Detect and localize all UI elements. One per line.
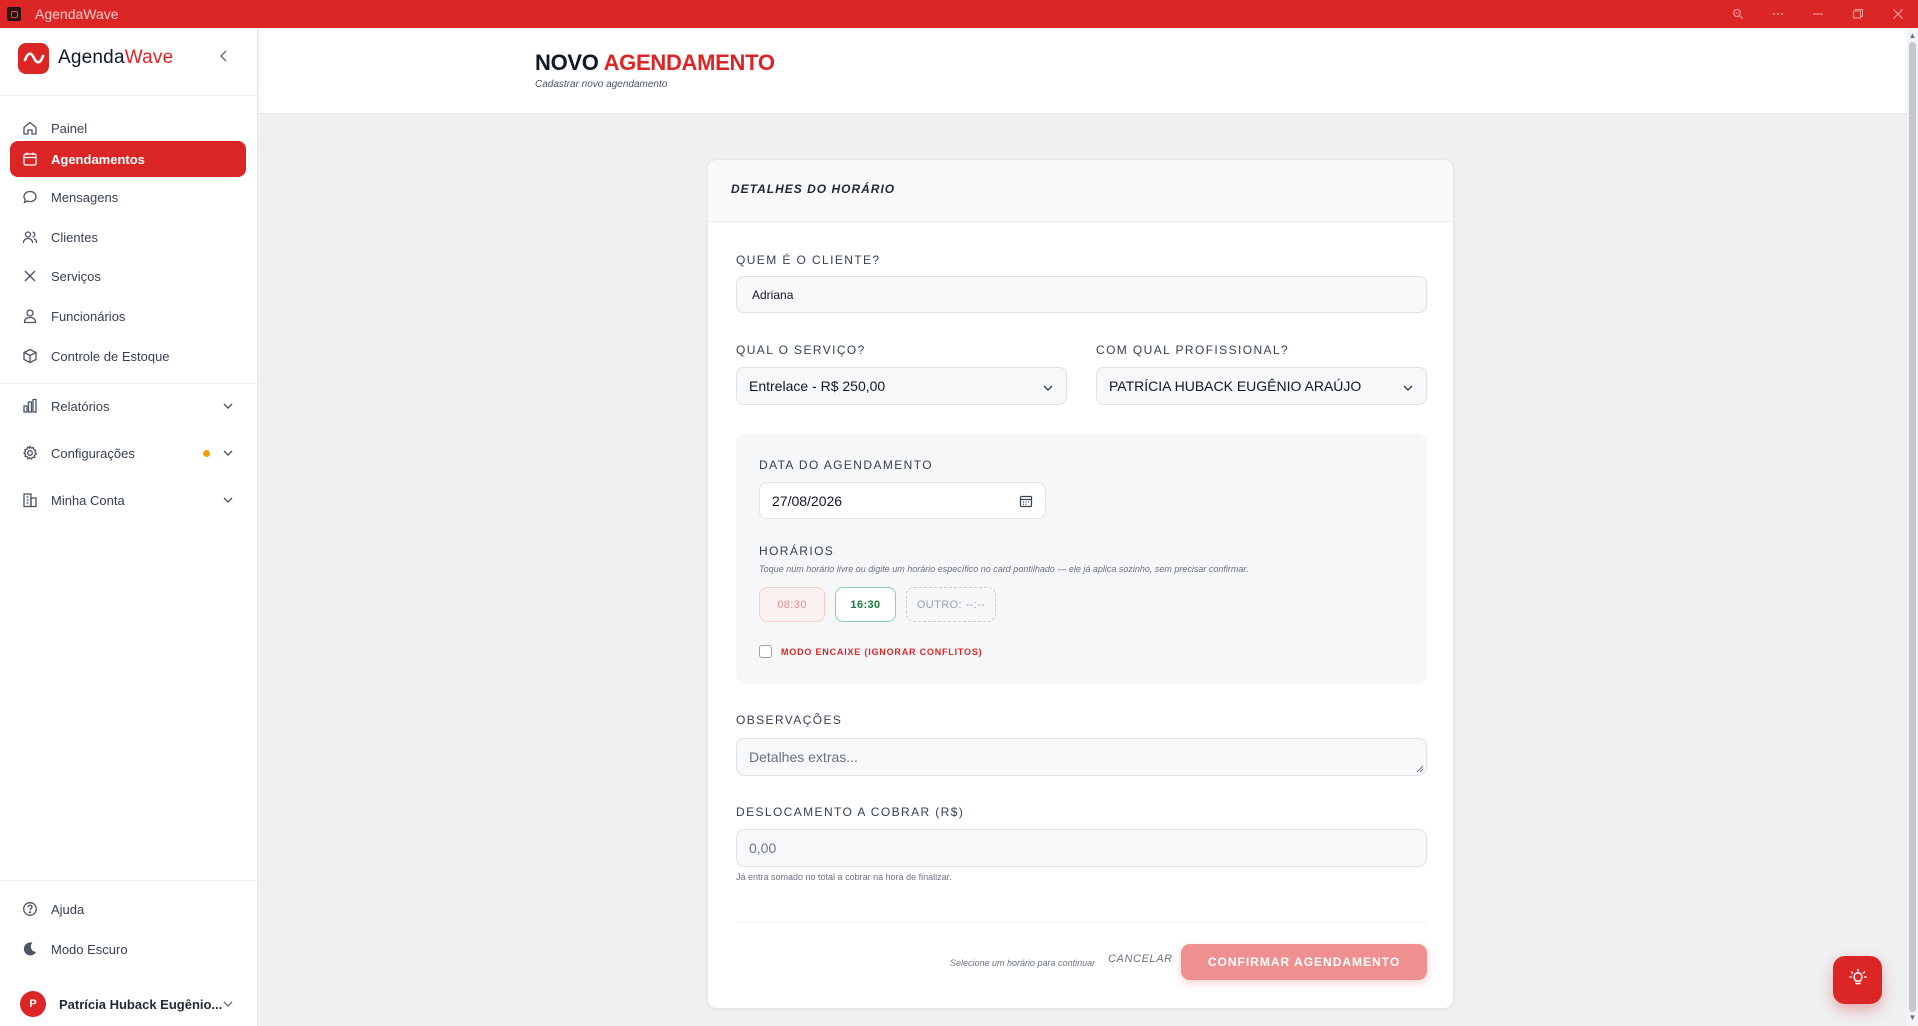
logo-icon (18, 42, 49, 74)
tips-button[interactable] (1833, 956, 1882, 1004)
resize-handle-icon[interactable] (1416, 765, 1424, 773)
help-icon (22, 901, 38, 917)
fit-mode-label: MODO ENCAIXE (IGNORAR CONFLITOS) (781, 646, 983, 657)
confirm-appointment-button[interactable]: CONFIRMAR AGENDAMENTO (1181, 944, 1427, 980)
page-title: NOVO AGENDAMENTO (535, 50, 775, 75)
brand-name: AgendaWave (58, 47, 174, 68)
message-icon (22, 189, 38, 205)
sidebar-divider (0, 383, 258, 384)
appointment-form-card: DETALHES DO HORÁRIO QUEM É O CLIENTE? Ad… (707, 159, 1454, 1009)
time-slot-busy[interactable]: 08:30 (759, 587, 825, 622)
travel-fee-hint: Já entra somado no total a cobrar na hor… (736, 872, 952, 882)
notification-dot (203, 450, 210, 457)
close-icon[interactable] (1878, 0, 1918, 28)
times-label: HORÁRIOS (759, 544, 835, 558)
collapse-sidebar-icon[interactable] (216, 48, 232, 64)
date-label: DATA DO AGENDAMENTO (759, 458, 933, 472)
client-label: QUEM É O CLIENTE? (736, 253, 881, 267)
chevron-down-icon (222, 998, 234, 1010)
card-header: DETALHES DO HORÁRIO (708, 160, 1453, 222)
fit-mode-option[interactable]: MODO ENCAIXE (IGNORAR CONFLITOS) (759, 645, 982, 658)
sidebar-item-clientes[interactable]: Clientes (10, 219, 246, 255)
professional-label: COM QUAL PROFISSIONAL? (1096, 343, 1290, 357)
brand[interactable]: AgendaWave (18, 42, 173, 74)
gear-icon (22, 445, 38, 461)
minimize-icon[interactable] (1798, 0, 1838, 28)
scrollbar-thumb[interactable] (1909, 42, 1916, 1012)
date-input[interactable]: 27/08/2026 (759, 482, 1046, 519)
lightbulb-icon (1848, 968, 1868, 993)
sidebar-item-configuracoes[interactable]: Configurações (10, 435, 246, 471)
sidebar-item-servicos[interactable]: Serviços (10, 258, 246, 294)
professional-select[interactable]: PATRÍCIA HUBACK EUGÊNIO ARAÚJO (1096, 367, 1427, 405)
user-name: Patrícia Huback Eugênio... (59, 996, 223, 1012)
chevron-down-icon (1402, 381, 1414, 393)
app-icon (7, 7, 21, 21)
window-title: AgendaWave (35, 6, 119, 22)
users-icon (22, 229, 38, 245)
building-icon (22, 492, 38, 508)
schedule-panel: DATA DO AGENDAMENTO 27/08/2026 HORÁRIOS … (736, 433, 1427, 684)
page-subtitle: Cadastrar novo agendamento (535, 79, 668, 90)
restore-icon[interactable] (1838, 0, 1878, 28)
scroll-down-icon[interactable]: ▼ (1908, 1014, 1917, 1022)
user-menu[interactable]: P Patrícia Huback Eugênio... (10, 986, 246, 1022)
calendar-picker-icon[interactable] (1019, 494, 1033, 508)
chevron-down-icon (222, 494, 234, 506)
scroll-up-icon[interactable]: ▲ (1908, 32, 1917, 40)
sidebar-item-relatorios[interactable]: Relatórios (10, 388, 246, 424)
sidebar-item-ajuda[interactable]: Ajuda (10, 891, 246, 927)
box-icon (22, 348, 38, 364)
travel-fee-label: DESLOCAMENTO A COBRAR (R$) (736, 805, 965, 819)
user-icon (22, 308, 38, 324)
sidebar-divider (0, 95, 258, 96)
footer-hint: Selecione um horário para continuar (950, 958, 1096, 968)
notes-label: OBSERVAÇÕES (736, 713, 843, 727)
service-label: QUAL O SERVIÇO? (736, 343, 866, 357)
form-divider (736, 922, 1427, 923)
custom-time-input[interactable]: OUTRO: --:-- (906, 587, 996, 622)
calendar-icon (22, 151, 38, 167)
client-input[interactable]: Adriana (736, 276, 1427, 313)
dark-mode-toggle[interactable]: Modo Escuro (10, 931, 246, 967)
sidebar-item-agendamentos[interactable]: Agendamentos (10, 141, 246, 177)
section-title: DETALHES DO HORÁRIO (731, 182, 896, 196)
window-titlebar: AgendaWave (0, 0, 1918, 28)
sidebar-item-controle-de-estoque[interactable]: Controle de Estoque (10, 338, 246, 374)
cancel-button[interactable]: CANCELAR (1108, 953, 1173, 965)
avatar: P (20, 991, 46, 1017)
sidebar-item-funcionarios[interactable]: Funcionários (10, 298, 246, 334)
chevron-down-icon (222, 447, 234, 459)
sidebar-item-minha-conta[interactable]: Minha Conta (10, 482, 246, 518)
moon-icon (22, 941, 38, 957)
scissors-icon (22, 268, 38, 284)
sidebar-item-mensagens[interactable]: Mensagens (10, 179, 246, 215)
sidebar-divider (0, 880, 258, 881)
chevron-down-icon (1042, 381, 1054, 393)
home-icon (22, 120, 38, 136)
chevron-down-icon (222, 400, 234, 412)
fit-mode-checkbox[interactable] (759, 645, 772, 658)
zoom-icon[interactable] (1718, 0, 1758, 28)
bar-chart-icon (22, 398, 38, 414)
travel-fee-input[interactable]: 0,00 (736, 829, 1427, 867)
more-icon[interactable] (1758, 0, 1798, 28)
page-header: NOVO AGENDAMENTO Cadastrar novo agendame… (259, 28, 1907, 114)
times-hint: Toque num horário livre ou digite um hor… (759, 564, 1249, 574)
notes-textarea[interactable]: Detalhes extras... (736, 738, 1427, 776)
sidebar: AgendaWave Painel Agendamentos Mensagens… (0, 28, 258, 1026)
time-slot-free[interactable]: 16:30 (835, 587, 896, 622)
scrollbar[interactable]: ▲ ▼ (1907, 28, 1918, 1026)
service-select[interactable]: Entrelace - R$ 250,00 (736, 367, 1067, 405)
